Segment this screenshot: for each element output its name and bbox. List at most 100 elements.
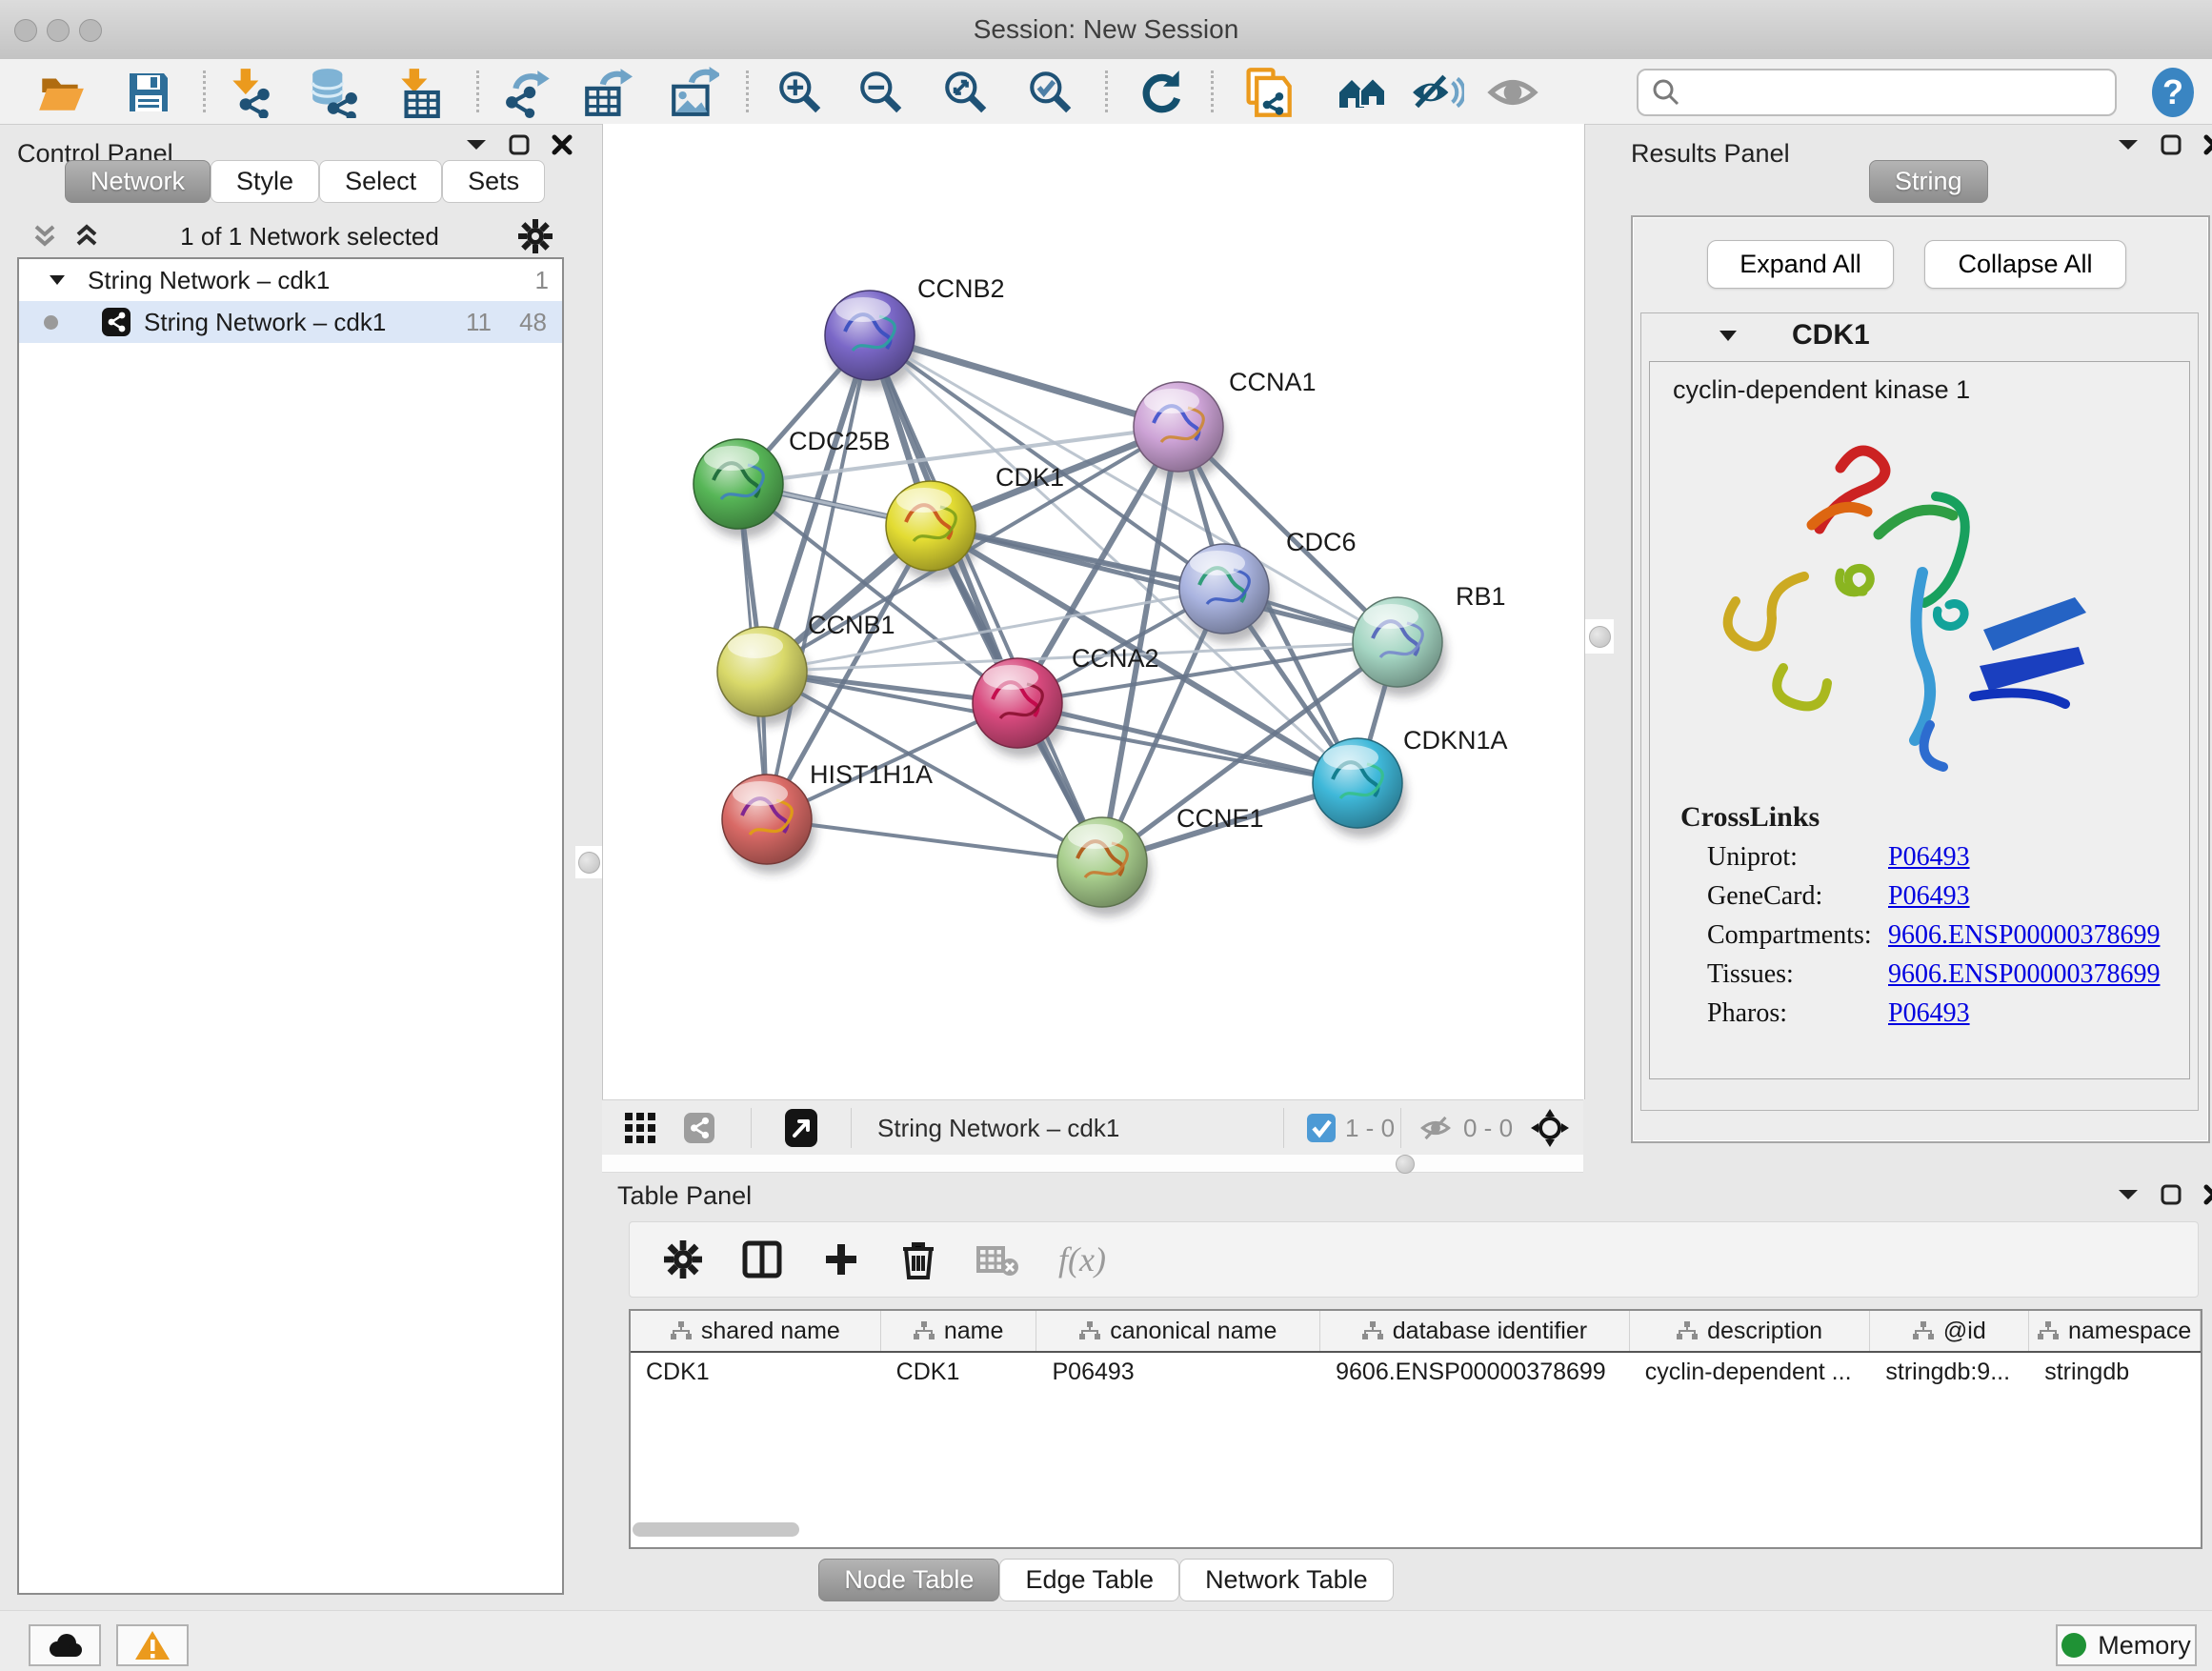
column-header-description[interactable]: description bbox=[1630, 1311, 1871, 1351]
node-HIST1H1A[interactable]: HIST1H1A bbox=[722, 760, 933, 864]
export-network-button[interactable] bbox=[503, 66, 556, 119]
splitter-handle[interactable] bbox=[1396, 1155, 1415, 1174]
protein-details: cyclin-dependent kinase 1 bbox=[1649, 361, 2190, 1079]
results-tab-string[interactable]: String bbox=[1869, 160, 1988, 203]
panel-float-icon[interactable] bbox=[2161, 133, 2182, 156]
houses-icon bbox=[1336, 67, 1389, 118]
birds-eye-toggle[interactable] bbox=[1531, 1100, 1569, 1156]
edge-CCNA2-CDKN1A[interactable] bbox=[1017, 703, 1357, 783]
clone-network-button[interactable] bbox=[1240, 66, 1294, 119]
panel-menu-icon[interactable] bbox=[2117, 137, 2140, 152]
open-session-button[interactable] bbox=[34, 66, 88, 119]
splitter-handle[interactable] bbox=[1589, 626, 1611, 648]
delete-column-icon[interactable] bbox=[900, 1239, 936, 1279]
node-label-CCNB1: CCNB1 bbox=[808, 611, 895, 639]
column-header-database-identifier[interactable]: database identifier bbox=[1320, 1311, 1630, 1351]
collapse-all-icon[interactable] bbox=[30, 223, 59, 250]
control-tab-network[interactable]: Network bbox=[65, 160, 211, 203]
crosslink-link[interactable]: 9606.ENSP00000378699 bbox=[1888, 920, 2160, 951]
import-network-file-button[interactable] bbox=[223, 66, 276, 119]
right-splitter[interactable] bbox=[1585, 619, 1614, 654]
panel-float-icon[interactable] bbox=[2161, 1183, 2182, 1206]
expand-all-icon[interactable] bbox=[72, 223, 101, 250]
collapse-all-button[interactable]: Collapse All bbox=[1924, 240, 2126, 289]
show-all-button[interactable] bbox=[1486, 66, 1539, 119]
crosslink-link[interactable]: P06493 bbox=[1888, 842, 1970, 873]
left-splitter[interactable] bbox=[575, 846, 602, 878]
network-collection-row[interactable]: String Network – cdk1 1 bbox=[19, 259, 562, 301]
column-header-shared-name[interactable]: shared name bbox=[631, 1311, 881, 1351]
help-button[interactable]: ? bbox=[2146, 66, 2200, 119]
save-session-button[interactable] bbox=[122, 66, 175, 119]
panel-float-icon[interactable] bbox=[509, 133, 530, 156]
network-row-selected[interactable]: String Network – cdk1 11 48 bbox=[19, 301, 562, 343]
panel-menu-icon[interactable] bbox=[465, 137, 488, 152]
warnings-button[interactable] bbox=[116, 1624, 189, 1666]
node-table[interactable]: shared name name canonical name database… bbox=[629, 1309, 2202, 1549]
table-tab-node-table[interactable]: Node Table bbox=[818, 1559, 999, 1601]
column-type-icon bbox=[1677, 1321, 1698, 1340]
search-field[interactable] bbox=[1637, 69, 2117, 116]
table-cell: 9606.ENSP00000378699 bbox=[1320, 1353, 1630, 1391]
column-header-name[interactable]: name bbox=[881, 1311, 1037, 1351]
network-graph[interactable]: CCNB2 CCNA1 CDC25B CDK1 CDC6 RB1 CCNB1 C… bbox=[603, 124, 1584, 1099]
node-RB1[interactable]: RB1 bbox=[1353, 582, 1506, 687]
table-tab-network-table[interactable]: Network Table bbox=[1179, 1559, 1394, 1601]
panel-close-icon[interactable] bbox=[2202, 133, 2212, 156]
zoom-in-button[interactable] bbox=[774, 66, 827, 119]
zoom-selected-button[interactable] bbox=[1024, 66, 1077, 119]
export-table-button[interactable] bbox=[580, 66, 633, 119]
search-input[interactable] bbox=[1690, 78, 2115, 107]
gear-icon[interactable] bbox=[518, 219, 553, 253]
import-network-database-button[interactable] bbox=[307, 66, 360, 119]
function-builder-icon[interactable]: f(x) bbox=[1058, 1239, 1106, 1279]
column-header-namespace[interactable]: namespace bbox=[2029, 1311, 2201, 1351]
splitter-handle[interactable] bbox=[578, 852, 600, 874]
grid-view-icon[interactable] bbox=[625, 1100, 655, 1156]
panel-menu-icon[interactable] bbox=[2117, 1187, 2140, 1202]
table-settings-gear-icon[interactable] bbox=[664, 1240, 702, 1278]
open-in-window-icon[interactable] bbox=[785, 1100, 817, 1156]
zoom-fit-button[interactable] bbox=[939, 66, 993, 119]
panel-close-icon[interactable] bbox=[551, 133, 573, 156]
delete-table-icon[interactable] bbox=[976, 1242, 1018, 1277]
toolbar-separator bbox=[746, 70, 749, 112]
hidden-indicator[interactable]: 0 - 0 bbox=[1418, 1100, 1513, 1156]
cloud-button[interactable] bbox=[29, 1624, 101, 1666]
section-collapse-icon[interactable] bbox=[1718, 328, 1739, 343]
control-tab-select[interactable]: Select bbox=[319, 160, 442, 203]
horizontal-splitter[interactable] bbox=[602, 1155, 1583, 1173]
node-CDKN1A[interactable]: CDKN1A bbox=[1313, 726, 1508, 828]
expand-all-button[interactable]: Expand All bbox=[1707, 240, 1894, 289]
zoom-out-button[interactable] bbox=[855, 66, 908, 119]
panel-close-icon[interactable] bbox=[2202, 1183, 2212, 1206]
control-tab-style[interactable]: Style bbox=[211, 160, 319, 203]
edge-CCNB2-CCNA1[interactable] bbox=[870, 335, 1178, 427]
table-row[interactable]: CDK1CDK1P064939606.ENSP00000378699cyclin… bbox=[631, 1353, 2201, 1391]
export-image-button[interactable] bbox=[667, 66, 720, 119]
add-column-icon[interactable] bbox=[822, 1240, 860, 1278]
table-cell: stringdb:9... bbox=[1870, 1353, 2029, 1391]
import-table-button[interactable] bbox=[392, 66, 445, 119]
crosslink-link[interactable]: P06493 bbox=[1888, 881, 1970, 912]
selected-checkbox[interactable]: 1 - 0 bbox=[1307, 1100, 1395, 1156]
tree-expand-icon[interactable] bbox=[48, 272, 67, 288]
network-share-toggle-icon[interactable] bbox=[684, 1100, 714, 1156]
table-tab-edge-table[interactable]: Edge Table bbox=[999, 1559, 1179, 1601]
table-horizontal-scrollbar[interactable] bbox=[633, 1522, 799, 1537]
show-columns-icon[interactable] bbox=[742, 1240, 782, 1278]
network-canvas[interactable]: CCNB2 CCNA1 CDC25B CDK1 CDC6 RB1 CCNB1 C… bbox=[602, 124, 1585, 1099]
column-header-canonical-name[interactable]: canonical name bbox=[1036, 1311, 1320, 1351]
refresh-button[interactable] bbox=[1135, 66, 1188, 119]
crosslink-link[interactable]: P06493 bbox=[1888, 998, 1970, 1029]
memory-button[interactable]: Memory bbox=[2056, 1624, 2197, 1666]
protein-section-header[interactable]: CDK1 bbox=[1641, 313, 2198, 357]
edge-HIST1H1A-CCNE1[interactable] bbox=[767, 819, 1102, 862]
node-CCNA1[interactable]: CCNA1 bbox=[1134, 368, 1317, 472]
hidden-count: 0 - 0 bbox=[1463, 1114, 1513, 1143]
first-neighbors-button[interactable] bbox=[1336, 66, 1389, 119]
hide-selected-button[interactable] bbox=[1411, 66, 1464, 119]
control-tab-sets[interactable]: Sets bbox=[442, 160, 545, 203]
crosslink-link[interactable]: 9606.ENSP00000378699 bbox=[1888, 959, 2160, 990]
column-header-@id[interactable]: @id bbox=[1870, 1311, 2029, 1351]
